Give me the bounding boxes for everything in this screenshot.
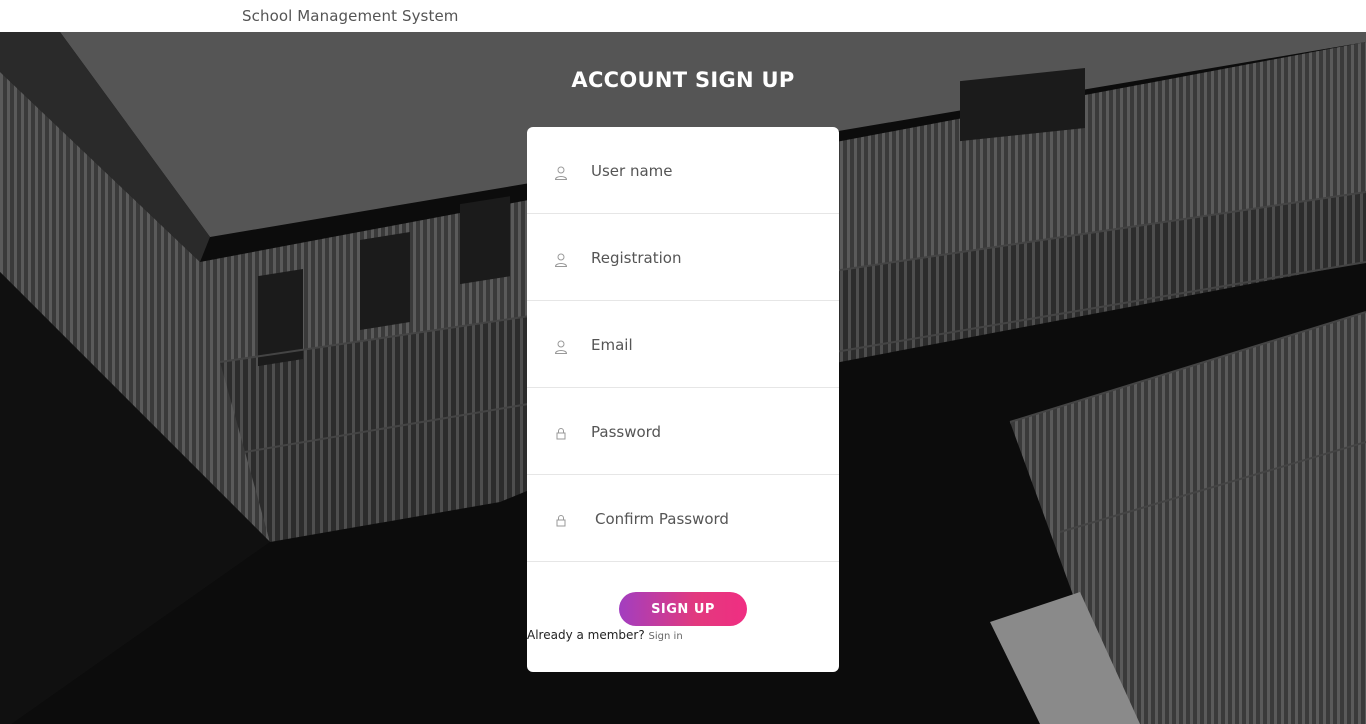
already-member-text: Already a member? [527, 628, 645, 642]
signup-form: SIGN UP Already a member? Sign in [527, 127, 839, 672]
user-icon [554, 166, 568, 180]
top-navbar: School Management System [0, 0, 1366, 32]
confirm-password-field-row [527, 475, 839, 562]
password-input[interactable] [591, 418, 811, 446]
sign-up-button[interactable]: SIGN UP [619, 592, 747, 626]
password-field-row [527, 388, 839, 475]
lock-icon [556, 515, 566, 527]
page-title: ACCOUNT SIGN UP [571, 68, 795, 92]
email-field-row [527, 301, 839, 388]
brand-title[interactable]: School Management System [242, 7, 458, 25]
user-icon [554, 253, 568, 267]
username-field-row [527, 127, 839, 214]
lock-icon [556, 428, 566, 440]
confirm-password-input[interactable] [595, 505, 815, 533]
registration-input[interactable] [591, 244, 811, 272]
username-input[interactable] [591, 157, 811, 185]
email-input[interactable] [591, 331, 811, 359]
sign-in-link[interactable]: Sign in [649, 631, 683, 642]
already-member-row: Already a member? Sign in [527, 628, 683, 642]
registration-field-row [527, 214, 839, 301]
user-icon [554, 340, 568, 354]
